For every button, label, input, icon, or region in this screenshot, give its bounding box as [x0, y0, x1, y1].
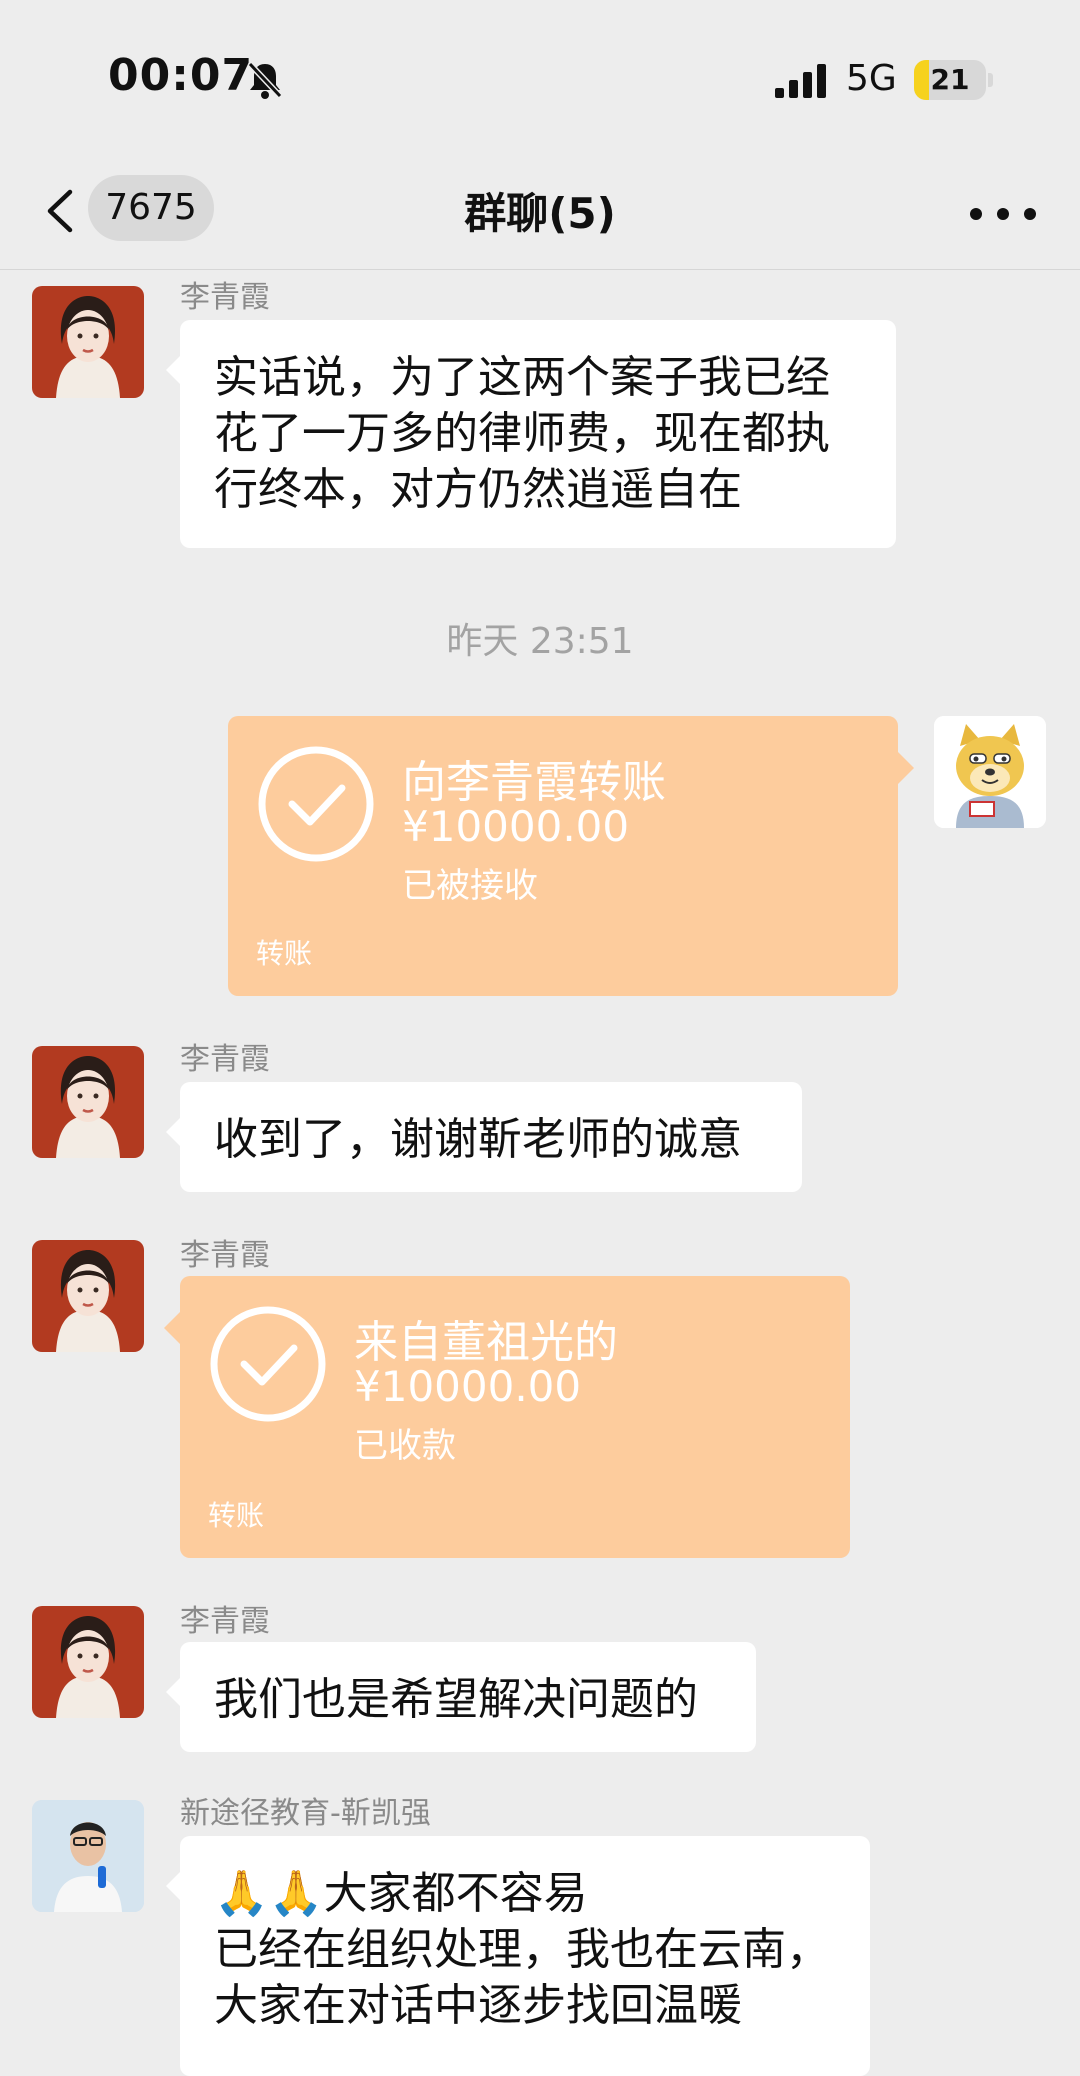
doge-avatar-icon: [934, 716, 1046, 828]
transfer-title: 向李青霞转账: [402, 757, 666, 808]
sender-name: 李青霞: [180, 280, 270, 315]
more-icon[interactable]: [968, 194, 1038, 234]
chevron-left-icon: [47, 189, 73, 233]
message-text: 我们也是希望解决问题的: [214, 1674, 698, 1725]
transfer-amount: ¥10000.00: [354, 1362, 582, 1411]
transfer-card-received[interactable]: 来自董祖光的 ¥10000.00 已收款 转账: [164, 1276, 850, 1558]
bell-muted-icon: [247, 61, 283, 99]
message-bubble[interactable]: 我们也是希望解决问题的: [166, 1642, 756, 1752]
time-divider: 昨天 23:51: [446, 621, 634, 662]
female-avatar-icon: [32, 286, 144, 398]
avatar[interactable]: [32, 1606, 144, 1718]
status-time: 00:07: [108, 50, 254, 101]
signal-icon: [775, 64, 826, 98]
sender-name: 李青霞: [180, 1042, 270, 1077]
message-line: 已经在组织处理，我也在云南，: [214, 1924, 830, 1975]
battery-tip: [988, 73, 993, 87]
transfer-label: 转账: [208, 1499, 265, 1532]
female-avatar-icon: [32, 1240, 144, 1352]
message-bubble[interactable]: 收到了，谢谢靳老师的诚意: [166, 1082, 802, 1192]
transfer-status: 已被接收: [402, 866, 538, 906]
battery-level: 21: [930, 63, 970, 96]
message-line: 实话说，为了这两个案子我已经: [214, 352, 830, 403]
message-bubble[interactable]: 实话说，为了这两个案子我已经 花了一万多的律师费，现在都执 行终本，对方仍然逍遥…: [166, 320, 896, 548]
check-circle-icon: [258, 746, 374, 862]
male-speaker-avatar-icon: [32, 1800, 144, 1912]
unread-count-badge: 7675: [88, 175, 214, 241]
avatar[interactable]: [32, 286, 144, 398]
message-text: 收到了，谢谢靳老师的诚意: [214, 1114, 742, 1165]
status-bar: 00:07 5G 21: [0, 0, 1080, 160]
chat-header: 7675 群聊(5): [0, 160, 1080, 270]
message-line: 🙏🙏大家都不容易: [214, 1868, 588, 1919]
battery-icon: 21: [914, 60, 986, 100]
message-line: 花了一万多的律师费，现在都执: [214, 408, 830, 459]
transfer-title: 来自董祖光的: [354, 1317, 618, 1368]
transfer-amount: ¥10000.00: [402, 802, 630, 851]
transfer-status: 已收款: [354, 1426, 456, 1466]
sender-name: 新途径教育-靳凯强: [180, 1796, 431, 1831]
sender-name: 李青霞: [180, 1604, 270, 1639]
check-circle-icon: [210, 1306, 326, 1422]
transfer-card-sent[interactable]: 向李青霞转账 ¥10000.00 已被接收 转账: [228, 716, 914, 996]
female-avatar-icon: [32, 1046, 144, 1158]
female-avatar-icon: [32, 1606, 144, 1718]
network-type: 5G: [846, 58, 897, 99]
transfer-label: 转账: [256, 937, 313, 970]
sender-name: 李青霞: [180, 1238, 270, 1273]
avatar[interactable]: [32, 1800, 144, 1912]
message-bubble[interactable]: 🙏🙏大家都不容易 已经在组织处理，我也在云南， 大家在对话中逐步找回温暖: [166, 1836, 870, 2076]
avatar[interactable]: [32, 1240, 144, 1352]
my-avatar[interactable]: [934, 716, 1046, 828]
avatar[interactable]: [32, 1046, 144, 1158]
message-line: 行终本，对方仍然逍遥自在: [214, 464, 742, 515]
back-button[interactable]: 7675: [36, 172, 226, 248]
message-line: 大家在对话中逐步找回温暖: [214, 1980, 742, 2031]
